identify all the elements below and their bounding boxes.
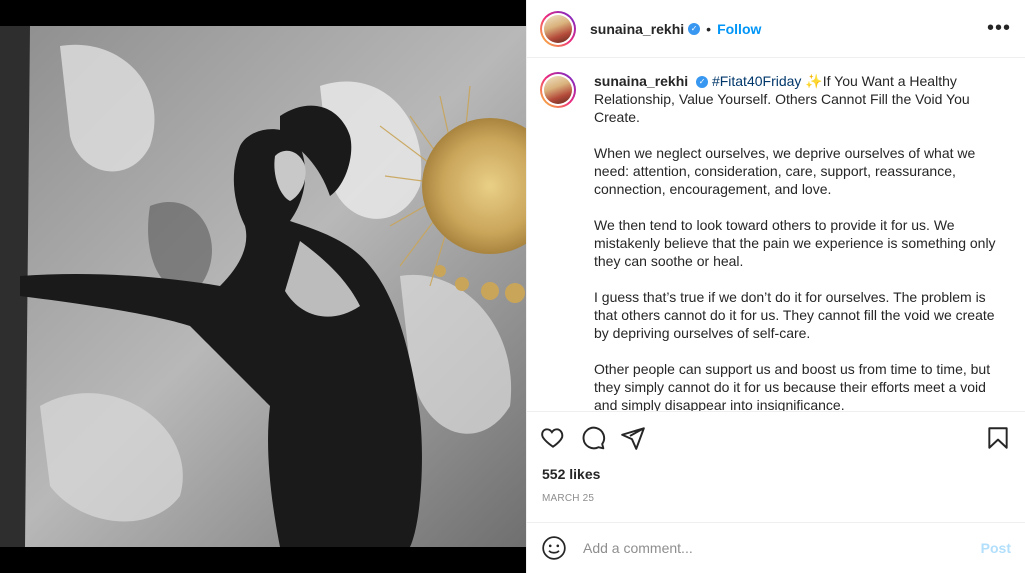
share-icon[interactable]	[620, 425, 646, 451]
media-area	[0, 0, 526, 573]
post-photo[interactable]	[0, 26, 526, 547]
caption-paragraph: I guess that’s true if we don’t do it fo…	[594, 289, 995, 341]
caption-avatar[interactable]	[540, 72, 576, 108]
separator-dot: •	[706, 20, 712, 37]
post-date: MARCH 25	[542, 493, 595, 504]
comment-input[interactable]	[581, 539, 981, 557]
instagram-post-modal: sunaina_rekhi ✓ • Follow ••• sunaina_rek…	[0, 0, 1025, 573]
post-header: sunaina_rekhi ✓ • Follow •••	[527, 0, 1025, 58]
caption-paragraph: We then tend to look toward others to pr…	[594, 217, 996, 269]
author-username[interactable]: sunaina_rekhi	[590, 21, 684, 37]
verified-icon: ✓	[696, 76, 709, 89]
author-avatar[interactable]	[540, 10, 576, 47]
follow-button[interactable]: Follow	[717, 21, 761, 37]
caption-scroll-area[interactable]: sunaina_rekhi ✓ #Fitat40Friday ✨If You W…	[527, 59, 1025, 412]
action-bar	[540, 425, 1011, 451]
caption-text: sunaina_rekhi ✓ #Fitat40Friday ✨If You W…	[594, 72, 1004, 412]
post-panel: sunaina_rekhi ✓ • Follow ••• sunaina_rek…	[526, 0, 1025, 573]
comment-icon[interactable]	[580, 425, 606, 451]
sparkles-emoji: ✨	[805, 73, 823, 89]
caption-username[interactable]: sunaina_rekhi	[594, 73, 688, 89]
heart-icon[interactable]	[540, 425, 566, 451]
caption-row: sunaina_rekhi ✓ #Fitat40Friday ✨If You W…	[527, 59, 1025, 412]
hashtag-link[interactable]: #Fitat40Friday	[712, 73, 801, 89]
comment-bar: Post	[527, 522, 1025, 573]
emoji-icon[interactable]	[541, 535, 567, 561]
caption-paragraph: Other people can support us and boost us…	[594, 361, 991, 412]
likes-count[interactable]: 552 likes	[542, 466, 600, 482]
bookmark-icon[interactable]	[985, 425, 1011, 451]
caption-paragraph: When we neglect ourselves, we deprive ou…	[594, 145, 976, 197]
more-icon[interactable]: •••	[987, 17, 1011, 40]
verified-icon: ✓	[688, 22, 701, 35]
post-comment-button[interactable]: Post	[981, 540, 1011, 556]
